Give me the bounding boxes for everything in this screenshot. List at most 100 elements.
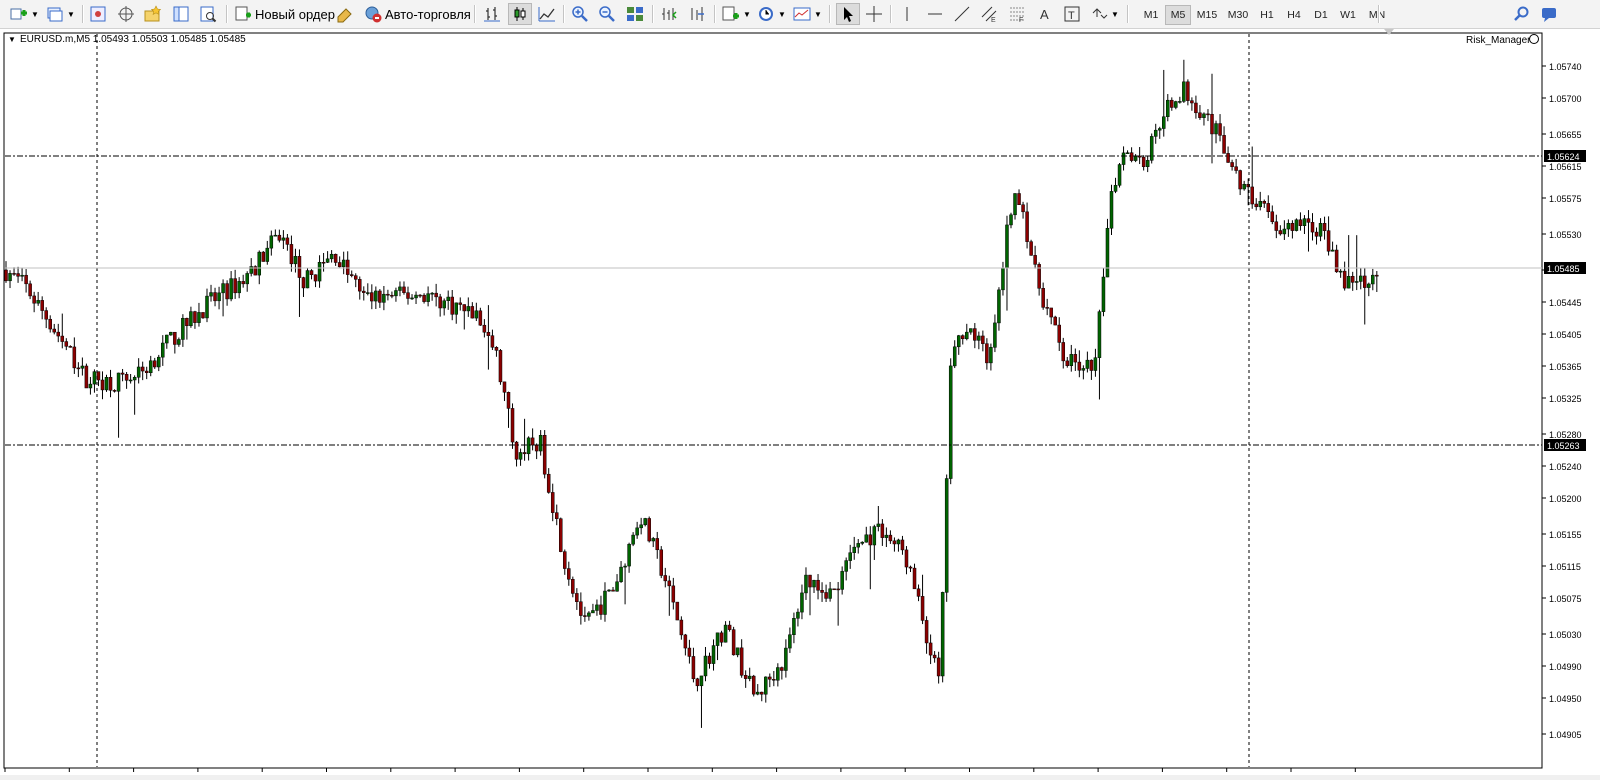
timeframe-w1-button[interactable]: W1 bbox=[1335, 5, 1361, 25]
horizontal-line-button[interactable] bbox=[926, 3, 944, 25]
timeframe-m15-button[interactable]: M15 bbox=[1192, 5, 1222, 25]
candle-body bbox=[418, 294, 422, 297]
candle-body bbox=[1166, 99, 1170, 117]
chart-window[interactable]: ▼ EURUSD.m,M5 1.05493 1.05503 1.05485 1.… bbox=[0, 29, 1600, 780]
candle-body bbox=[197, 312, 201, 323]
auto-scroll-button[interactable] bbox=[660, 3, 678, 25]
trendline-button[interactable] bbox=[953, 3, 971, 25]
auto-trading-button[interactable]: Авто-торговля bbox=[364, 3, 471, 25]
bar-chart-button[interactable] bbox=[483, 3, 501, 25]
chart-shift-button[interactable] bbox=[688, 3, 706, 25]
timeframe-h4-button[interactable]: H4 bbox=[1281, 5, 1307, 25]
zoom-out-icon bbox=[599, 6, 615, 22]
zoom-out-button[interactable] bbox=[598, 3, 616, 25]
terminal-button[interactable] bbox=[172, 3, 190, 25]
candle-body bbox=[510, 408, 515, 443]
profiles-button[interactable]: ▼ bbox=[46, 3, 75, 25]
timeframe-m30-button[interactable]: M30 bbox=[1223, 5, 1253, 25]
candle-body bbox=[1033, 255, 1037, 265]
text-button[interactable]: A bbox=[1036, 3, 1054, 25]
candle-body bbox=[422, 294, 426, 302]
candle-body bbox=[579, 601, 583, 616]
new-order-icon bbox=[235, 6, 251, 21]
indicators-button[interactable]: ▼ bbox=[722, 3, 751, 25]
candle-body bbox=[936, 657, 941, 677]
search-icon bbox=[1514, 6, 1529, 21]
templates-button[interactable]: ▼ bbox=[793, 3, 822, 25]
navigator-button[interactable] bbox=[117, 3, 135, 25]
candle-body bbox=[329, 253, 334, 260]
text-label-button[interactable]: T bbox=[1063, 3, 1081, 25]
candle-body bbox=[414, 294, 418, 299]
timeframe-mn-button[interactable]: MN bbox=[1362, 5, 1392, 25]
candle-body bbox=[1182, 81, 1186, 102]
candle-body bbox=[1053, 316, 1057, 326]
cursor-button[interactable] bbox=[836, 3, 860, 25]
timeframe-m5-button[interactable]: M5 bbox=[1165, 5, 1191, 25]
favorites-button[interactable] bbox=[144, 3, 162, 25]
candle-body bbox=[751, 675, 756, 695]
price-label: 1.04950 bbox=[1549, 694, 1582, 704]
candle-body bbox=[671, 585, 676, 603]
vertical-line-button[interactable] bbox=[898, 3, 916, 25]
candle-body bbox=[820, 590, 824, 593]
crosshair-button[interactable] bbox=[865, 3, 883, 25]
new-order-button[interactable]: Новый ордер bbox=[234, 3, 335, 25]
candle-body bbox=[474, 310, 479, 319]
candle-body bbox=[1270, 211, 1275, 223]
candle-body bbox=[1234, 166, 1238, 171]
candle-body bbox=[325, 258, 330, 263]
candle-body bbox=[333, 253, 338, 263]
candle-body bbox=[534, 444, 539, 452]
candle-body bbox=[772, 679, 776, 681]
candle-body bbox=[804, 574, 808, 594]
candle-body bbox=[378, 290, 382, 303]
zoom-in-button[interactable] bbox=[571, 3, 589, 25]
candle-body bbox=[924, 620, 929, 644]
candle-body bbox=[241, 281, 245, 285]
candle-body bbox=[189, 311, 193, 327]
candle-body bbox=[1117, 164, 1122, 186]
candle-body bbox=[1113, 185, 1118, 192]
candle-body bbox=[398, 286, 402, 291]
new-chart-button[interactable]: ▼ bbox=[10, 3, 39, 25]
line-chart-button[interactable] bbox=[538, 3, 556, 25]
market-watch-button[interactable] bbox=[89, 3, 107, 25]
community-button[interactable] bbox=[1540, 3, 1558, 25]
candle-body bbox=[1262, 201, 1267, 204]
candle-body bbox=[128, 379, 133, 382]
candle-body bbox=[1310, 222, 1315, 233]
indicator-name: Risk_Manager bbox=[1466, 35, 1531, 46]
dropdown-arrow-icon: ▼ bbox=[778, 9, 786, 19]
collapse-arrow-icon[interactable]: ▼ bbox=[8, 35, 16, 44]
equidistant-channel-button[interactable]: E bbox=[980, 3, 998, 25]
search-button[interactable] bbox=[1513, 3, 1531, 25]
candle-body bbox=[269, 235, 274, 249]
strategy-tester-button[interactable] bbox=[199, 3, 217, 25]
candle-body bbox=[285, 237, 290, 245]
candle-body bbox=[478, 310, 483, 326]
candle-body bbox=[711, 645, 716, 664]
candle-body bbox=[349, 274, 354, 276]
candle-body bbox=[1061, 342, 1066, 362]
candle-body bbox=[1282, 228, 1287, 235]
fibonacci-button[interactable]: F bbox=[1008, 3, 1026, 25]
tile-windows-button[interactable] bbox=[626, 3, 644, 25]
meta-editor-button[interactable] bbox=[336, 3, 354, 25]
candle-body bbox=[892, 540, 897, 545]
candle-body bbox=[784, 647, 788, 671]
candle-body bbox=[912, 567, 917, 590]
candle-body bbox=[832, 588, 836, 591]
candle-body bbox=[1190, 100, 1194, 104]
timeframe-h1-button[interactable]: H1 bbox=[1254, 5, 1280, 25]
candle-body bbox=[904, 549, 909, 568]
timeframe-m1-button[interactable]: M1 bbox=[1138, 5, 1164, 25]
candle-body bbox=[973, 328, 977, 341]
arrows-button[interactable]: ▼ bbox=[1090, 3, 1119, 25]
timeframe-d1-button[interactable]: D1 bbox=[1308, 5, 1334, 25]
bar-chart-icon bbox=[484, 7, 500, 22]
periods-button[interactable]: ▼ bbox=[757, 3, 786, 25]
candlestick-chart-button[interactable] bbox=[508, 3, 532, 25]
price-chart[interactable]: ▼ EURUSD.m,M5 1.05493 1.05503 1.05485 1.… bbox=[0, 29, 1600, 780]
candle-body bbox=[985, 343, 989, 364]
